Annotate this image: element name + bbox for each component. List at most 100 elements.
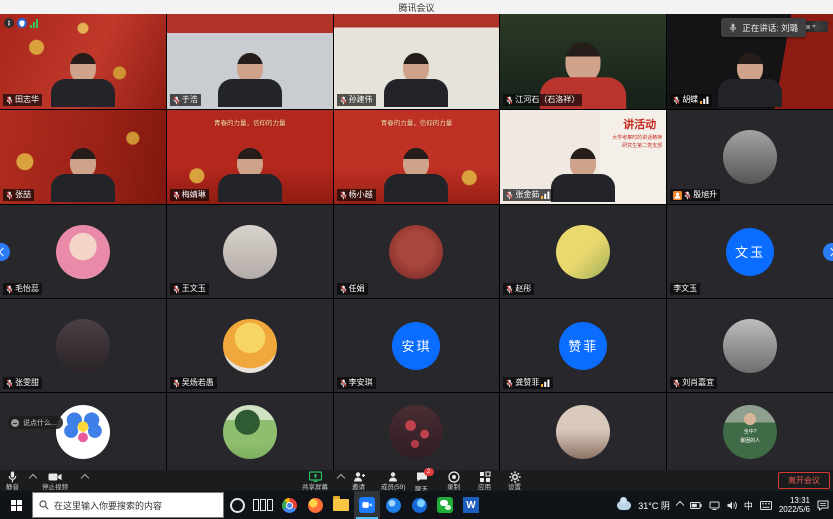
weather-icon: [617, 501, 631, 510]
participant-tile[interactable]: [167, 393, 333, 470]
mute-button[interactable]: 静音: [6, 471, 19, 491]
participant-name-tag: 李文玉: [670, 283, 700, 295]
taskbar-clock[interactable]: 13:31 2022/5/6: [779, 496, 810, 514]
settings-button[interactable]: 设置: [508, 471, 521, 491]
muted-mic-icon: [173, 379, 180, 388]
qq-browser-icon: [386, 498, 401, 513]
emoji-icon[interactable]: [11, 419, 19, 427]
network-icon[interactable]: [709, 501, 720, 510]
tencent-meeting-button[interactable]: [354, 491, 380, 519]
participant-tile[interactable]: 王文玉: [167, 205, 333, 298]
participant-tile[interactable]: [500, 393, 666, 470]
apps-button[interactable]: 应用: [478, 471, 491, 491]
participant-name: 孙建伟: [349, 95, 373, 105]
banner-text: 青春的力量，信仰的力量: [334, 117, 500, 127]
muted-mic-icon: [673, 96, 680, 105]
participant-name: 张喆: [15, 190, 31, 200]
mute-options-caret[interactable]: [29, 474, 37, 482]
participant-name-tag: 张喆: [3, 189, 34, 201]
participant-tile[interactable]: 赞菲龚赞菲: [500, 299, 666, 392]
hidden-icons-chevron[interactable]: [676, 501, 684, 509]
leave-meeting-button[interactable]: 离开会议: [778, 472, 830, 489]
file-explorer-button[interactable]: [328, 491, 354, 519]
taskbar-search[interactable]: 在这里输入你要搜索的内容: [32, 492, 224, 518]
participant-tile[interactable]: 刘肖嘉宜: [667, 299, 833, 392]
edge-button[interactable]: [406, 491, 432, 519]
participant-tile[interactable]: 全中?暴困的人: [667, 393, 833, 470]
participant-tile[interactable]: 田志华: [0, 14, 166, 109]
members-label: 成员(59): [381, 484, 406, 491]
participant-tile[interactable]: 毛怡蕊: [0, 205, 166, 298]
volume-icon[interactable]: [727, 501, 737, 510]
shield-icon[interactable]: [17, 18, 27, 28]
members-button[interactable]: 成员(59): [381, 471, 406, 491]
window-titlebar: 腾讯会议: [0, 0, 833, 14]
participant-name-tag: 李安琪: [337, 377, 376, 389]
qq-browser-button[interactable]: [380, 491, 406, 519]
avatar-caption: 暴困的人: [723, 438, 777, 444]
participant-tile[interactable]: [334, 393, 500, 470]
participant-tile[interactable]: 于浩: [167, 14, 333, 109]
participant-tile[interactable]: 青春的力量，信仰的力量梅婧琳: [167, 110, 333, 204]
cortana-button[interactable]: [224, 491, 250, 519]
chat-unread-badge: 2: [424, 468, 434, 476]
meeting-info-icon[interactable]: [4, 18, 14, 28]
speaking-toast-text: 正在讲话: 刘璐: [742, 22, 798, 34]
participant-tile[interactable]: 赵彤: [500, 205, 666, 298]
share-screen-button[interactable]: 共享屏幕: [302, 471, 328, 491]
participant-name-tag: 张雯甜: [3, 377, 42, 389]
share-screen-label: 共享屏幕: [302, 484, 328, 491]
participant-tile[interactable]: 江河石（石洛祥）: [500, 14, 666, 109]
participant-name: 张金茹: [515, 190, 539, 200]
participant-avatar: [223, 319, 277, 373]
participant-initials: 安琪: [392, 322, 440, 370]
start-button[interactable]: [0, 491, 32, 519]
participant-tile[interactable]: 任娟: [334, 205, 500, 298]
chrome-button[interactable]: [276, 491, 302, 519]
participant-tile[interactable]: 青春的力量，信仰的力量杨小越: [334, 110, 500, 204]
chevron-left-icon: [0, 248, 7, 256]
participant-name: 吴炀若愚: [182, 378, 214, 388]
participant-video-silhouette: [547, 148, 619, 204]
participant-tile[interactable]: 张喆: [0, 110, 166, 204]
participant-avatar: [223, 225, 277, 279]
stop-video-button[interactable]: 停止视频: [42, 471, 68, 491]
muted-mic-icon: [340, 191, 347, 200]
participant-name: 任娟: [349, 284, 365, 294]
participant-name: 张雯甜: [15, 378, 39, 388]
participant-tile[interactable]: 殷旭升: [667, 110, 833, 204]
touch-keyboard-icon[interactable]: [760, 501, 772, 510]
battery-icon[interactable]: [690, 501, 702, 510]
participant-tile[interactable]: 张雯甜: [0, 299, 166, 392]
wechat-icon: [437, 497, 453, 513]
share-options-caret[interactable]: [337, 474, 345, 482]
participant-name-tag: 殷旭升: [670, 189, 720, 201]
chrome-icon: [282, 498, 297, 513]
participant-name-tag: 胡蝶: [670, 94, 712, 106]
wechat-button[interactable]: [432, 491, 458, 519]
participant-tile[interactable]: 吴炀若愚: [167, 299, 333, 392]
weather-text[interactable]: 31°C 阴: [638, 499, 670, 512]
task-view-button[interactable]: [250, 491, 276, 519]
participant-name: 梅婧琳: [182, 190, 206, 200]
video-options-caret[interactable]: [81, 474, 89, 482]
participant-name-tag: 王文玉: [170, 283, 209, 295]
participant-name-tag: 赵彤: [503, 283, 534, 295]
word-button[interactable]: W: [458, 491, 484, 519]
participant-name: 赵彤: [515, 284, 531, 294]
chat-button[interactable]: 2 聊天: [415, 471, 428, 493]
action-center-icon[interactable]: [817, 500, 829, 511]
participant-avatar: 全中?暴困的人: [723, 405, 777, 459]
participant-tile[interactable]: 安琪李安琪: [334, 299, 500, 392]
invite-button[interactable]: 邀请: [352, 471, 365, 491]
participant-tile[interactable]: 孙建伟: [334, 14, 500, 109]
record-button[interactable]: 录制: [447, 471, 460, 491]
muted-mic-icon: [684, 191, 691, 200]
firefox-button[interactable]: [302, 491, 328, 519]
ime-indicator[interactable]: 中: [744, 499, 753, 512]
participant-tile[interactable]: 讲活动大学考察时的讲话精神研究生第二党支部张金茹: [500, 110, 666, 204]
participant-tile[interactable]: [0, 393, 166, 470]
participant-tile[interactable]: 文玉李文玉: [667, 205, 833, 298]
edge-icon: [412, 498, 427, 513]
chat-input-overlay[interactable]: 说点什么...: [8, 416, 63, 429]
